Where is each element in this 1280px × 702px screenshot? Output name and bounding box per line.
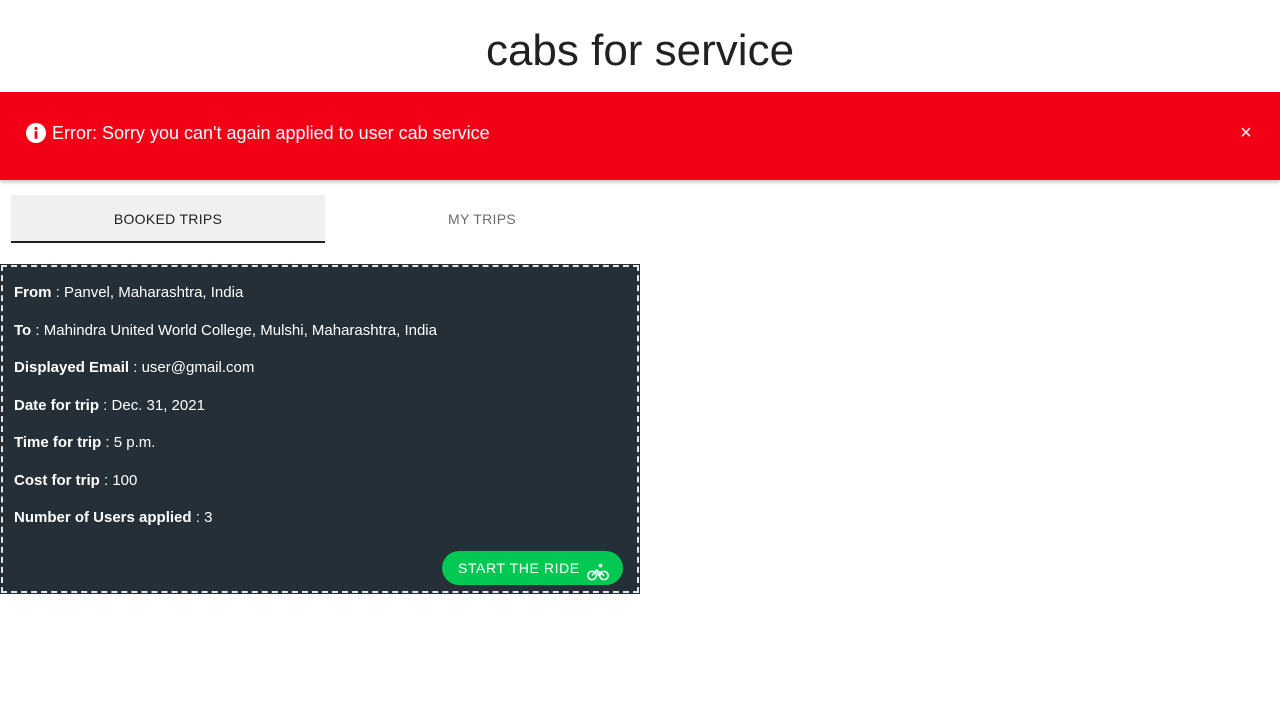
tab-booked-trips[interactable]: BOOKED TRIPS (11, 195, 325, 243)
trip-card: From : Panvel, Maharashtra, India To : M… (0, 264, 640, 594)
separator: : (51, 284, 65, 301)
separator: : (129, 359, 142, 376)
start-ride-label: START THE RIDE (458, 560, 580, 576)
trip-date-label: Date for trip (14, 397, 100, 414)
trip-date-value: Dec. 31, 2021 (111, 397, 205, 414)
trip-users-row: Number of Users applied : 3 (14, 508, 212, 528)
trip-users-value: 3 (204, 509, 213, 526)
close-icon[interactable]: × (1236, 122, 1256, 144)
start-ride-button[interactable]: START THE RIDE (442, 551, 623, 585)
trip-time-label: Time for trip (14, 434, 102, 451)
trip-cost-value: 100 (112, 472, 138, 489)
info-icon (26, 123, 46, 143)
page-title: cabs for service (485, 26, 795, 75)
trip-to-row: To : Mahindra United World College, Muls… (14, 321, 437, 341)
trip-email-row: Displayed Email : user@gmail.com (14, 358, 254, 378)
error-alert: Error: Sorry you can't again applied to … (0, 92, 1280, 180)
tab-my-trips[interactable]: MY TRIPS (325, 195, 639, 243)
trip-users-label: Number of Users applied (14, 509, 192, 526)
trip-date-row: Date for trip : Dec. 31, 2021 (14, 396, 205, 416)
trip-time-value: 5 p.m. (113, 434, 156, 451)
trip-email-label: Displayed Email (14, 359, 130, 376)
separator: : (99, 472, 113, 489)
separator: : (31, 322, 44, 339)
trip-from-value: Panvel, Maharashtra, India (64, 284, 244, 301)
trip-to-value: Mahindra United World College, Mulshi, M… (43, 322, 437, 339)
bicycle-icon (587, 559, 609, 581)
trip-cost-row: Cost for trip : 100 (14, 471, 137, 491)
trip-tabs: BOOKED TRIPS MY TRIPS (11, 195, 639, 243)
alert-message: Error: Sorry you can't again applied to … (52, 123, 490, 143)
trip-cost-label: Cost for trip (14, 472, 100, 489)
trip-from-label: From (14, 284, 52, 301)
trip-time-row: Time for trip : 5 p.m. (14, 433, 155, 453)
trip-to-label: To (14, 322, 32, 339)
separator: : (101, 434, 114, 451)
separator: : (99, 397, 112, 414)
separator: : (191, 509, 205, 526)
trip-email-value: user@gmail.com (141, 359, 255, 376)
trip-from-row: From : Panvel, Maharashtra, India (14, 283, 243, 303)
